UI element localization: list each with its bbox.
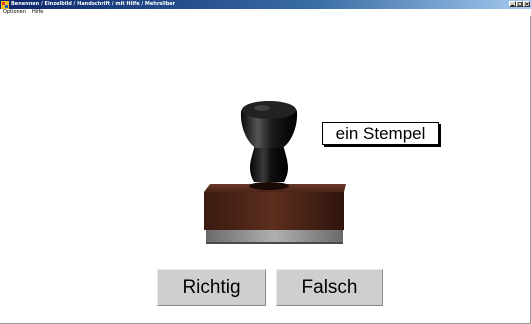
menu-item-optionen[interactable]: Optionen <box>0 9 29 16</box>
caption-buttons <box>509 1 530 7</box>
title-bar[interactable]: Benennen / Einzelbild / Handschrift / mi… <box>0 0 531 9</box>
app-window: Benennen / Einzelbild / Handschrift / mi… <box>0 0 531 324</box>
app-icon <box>1 0 9 9</box>
window-title: Benennen / Einzelbild / Handschrift / mi… <box>11 1 176 7</box>
maximize-button[interactable] <box>516 1 523 7</box>
menu-bar: Optionen Hilfe <box>0 9 531 16</box>
rubber-stamp-image <box>204 101 346 244</box>
close-icon <box>524 2 529 6</box>
picture-label: ein Stempel <box>322 122 439 145</box>
menu-item-hilfe[interactable]: Hilfe <box>29 9 46 16</box>
wrong-button[interactable]: Falsch <box>276 269 383 306</box>
close-button[interactable] <box>523 1 530 7</box>
correct-button[interactable]: Richtig <box>157 269 266 306</box>
minimize-button[interactable] <box>509 1 516 7</box>
